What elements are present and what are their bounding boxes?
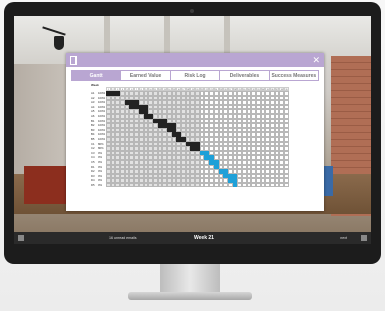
tab-success-measures[interactable]: Success Measures <box>269 70 320 81</box>
monitor-bezel: ✕ Gantt Earned Value Risk Log Deliverabl… <box>4 2 381 264</box>
task-id: D5 <box>91 182 95 187</box>
prev-button[interactable] <box>18 235 24 241</box>
monitor-screen: ✕ Gantt Earned Value Risk Log Deliverabl… <box>14 16 371 232</box>
tab-gantt[interactable]: Gantt <box>71 70 122 81</box>
monitor-stand <box>160 264 220 294</box>
next-label[interactable]: next <box>340 236 347 240</box>
task-percent: 0% <box>98 182 103 187</box>
lamp-icon <box>54 36 64 50</box>
desktop-scene: ✕ Gantt Earned Value Risk Log Deliverabl… <box>0 0 385 311</box>
background-cabinet-red <box>24 166 66 204</box>
app-titlebar: ✕ <box>66 53 324 67</box>
gantt-rows: A1 100% A2 100% A3 100% A4 100% A5 100% A6 100% B1 10… <box>91 91 289 188</box>
close-icon[interactable]: ✕ <box>312 55 320 65</box>
tab-earned-value[interactable]: Earned Value <box>121 70 171 81</box>
webcam-dot <box>190 9 194 13</box>
taskbar: 16 unread emails Week 21 next <box>14 232 371 244</box>
current-week-label: Week 21 <box>194 235 214 241</box>
gantt-row: D5 0% <box>91 182 289 188</box>
project-app-window: ✕ Gantt Earned Value Risk Log Deliverabl… <box>66 53 324 211</box>
next-button[interactable] <box>361 235 367 241</box>
unread-emails-text[interactable]: 16 unread emails <box>109 236 137 240</box>
tab-deliverables[interactable]: Deliverables <box>220 70 270 81</box>
gantt-cell[interactable] <box>284 182 289 188</box>
tab-bar: Gantt Earned Value Risk Log Deliverables… <box>71 70 320 81</box>
gantt-chart: Week 1 2 3 4 5 6 7 8 9 10 11 12 13 14 15 16 17 18 19 20 21 22… <box>91 83 289 188</box>
tab-risk-log[interactable]: Risk Log <box>170 70 221 81</box>
document-icon <box>70 55 77 65</box>
monitor-base <box>128 292 252 300</box>
